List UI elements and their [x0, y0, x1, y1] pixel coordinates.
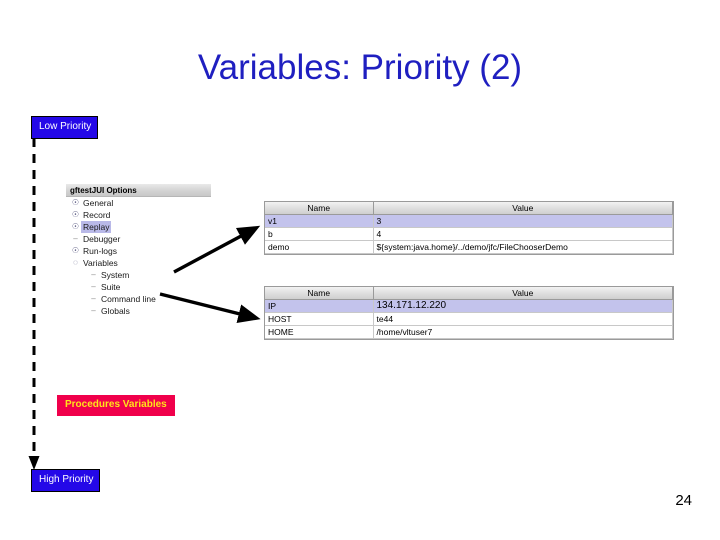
cell-value[interactable]: 4	[373, 227, 673, 241]
tree-item-record[interactable]: ☉ Record	[66, 209, 211, 221]
tree-item-run-logs[interactable]: ☉ Run-logs	[66, 245, 211, 257]
table-row[interactable]: demo ${system:java.home}/../demo/jfc/Fil…	[265, 240, 673, 254]
tree-item-label: Replay	[81, 221, 112, 233]
tree-item-command-line[interactable]: – Command line	[66, 293, 211, 305]
table-header-row: Name Value	[265, 202, 673, 215]
tree-item-label: System	[101, 270, 130, 280]
options-panel-title: gftestJUI Options	[66, 184, 211, 197]
tree-item-label: Variables	[83, 258, 118, 268]
tree-item-label: General	[83, 198, 114, 208]
procedures-variables-label: Procedures Variables	[57, 395, 175, 416]
tree-item-replay[interactable]: ☉ Replay	[66, 221, 211, 233]
tree-item-label: Run-logs	[83, 246, 118, 256]
tree-item-label: Record	[83, 210, 111, 220]
tree-item-system[interactable]: – System	[66, 269, 211, 281]
cell-name[interactable]: v1	[265, 214, 374, 228]
cell-name[interactable]: demo	[265, 240, 374, 254]
dash-icon: –	[91, 270, 96, 279]
key-icon: ☉	[71, 198, 80, 207]
tree-item-label: Debugger	[83, 234, 121, 244]
cell-name[interactable]: b	[265, 227, 374, 241]
commandline-variables-table: Name Value IP 134.171.12.220 HOST te44 H…	[264, 286, 674, 340]
cell-value[interactable]: ${system:java.home}/../demo/jfc/FileChoo…	[373, 240, 673, 254]
column-header-name[interactable]: Name	[265, 287, 374, 300]
tree-item-debugger[interactable]: – Debugger	[66, 233, 211, 245]
dash-icon: –	[91, 294, 96, 303]
cell-value[interactable]: /home/vltuser7	[373, 325, 673, 339]
table-row[interactable]: b 4	[265, 227, 673, 241]
page-number: 24	[675, 492, 692, 509]
dash-icon: –	[91, 282, 96, 291]
cell-value[interactable]: 3	[373, 214, 673, 228]
tree-item-globals[interactable]: – Globals	[66, 305, 211, 317]
high-priority-label: High Priority	[31, 469, 101, 492]
cell-value[interactable]: te44	[373, 312, 673, 326]
tree-item-label: Command line	[101, 294, 156, 304]
column-header-name[interactable]: Name	[265, 202, 374, 215]
dash-icon: –	[73, 234, 78, 243]
key-icon: ☉	[71, 210, 80, 219]
cell-value[interactable]: 134.171.12.220	[373, 299, 673, 313]
low-priority-label: Low Priority	[31, 116, 99, 139]
column-header-value[interactable]: Value	[373, 202, 673, 215]
tree-item-variables[interactable]: ◌ Variables	[66, 257, 211, 269]
table-row[interactable]: HOST te44	[265, 312, 673, 326]
tree-item-label: Suite	[101, 282, 121, 292]
page-title: Variables: Priority (2)	[197, 48, 523, 87]
table-header-row: Name Value	[265, 287, 673, 300]
table-row[interactable]: IP 134.171.12.220	[265, 299, 673, 313]
table-row[interactable]: HOME /home/vltuser7	[265, 325, 673, 339]
cell-name[interactable]: HOST	[265, 312, 374, 326]
table-row[interactable]: v1 3	[265, 214, 673, 228]
suite-variables-table: Name Value v1 3 b 4 demo ${system:java.h…	[264, 201, 674, 255]
tree-item-label: Globals	[101, 306, 130, 316]
cell-name[interactable]: HOME	[265, 325, 374, 339]
tree-item-general[interactable]: ☉ General	[66, 197, 211, 209]
priority-axis-arrow	[28, 138, 40, 470]
slide: Variables: Priority (2) Low Priority Hig…	[0, 0, 720, 540]
node-handle-icon: ◌	[73, 258, 78, 267]
cell-name[interactable]: IP	[265, 299, 374, 313]
options-tree-panel: gftestJUI Options ☉ General ☉ Record ☉ Repl…	[66, 184, 211, 317]
tree-item-suite[interactable]: – Suite	[66, 281, 211, 293]
column-header-value[interactable]: Value	[373, 287, 673, 300]
dash-icon: –	[91, 306, 96, 315]
key-icon: ☉	[71, 222, 80, 231]
key-icon: ☉	[71, 246, 80, 255]
